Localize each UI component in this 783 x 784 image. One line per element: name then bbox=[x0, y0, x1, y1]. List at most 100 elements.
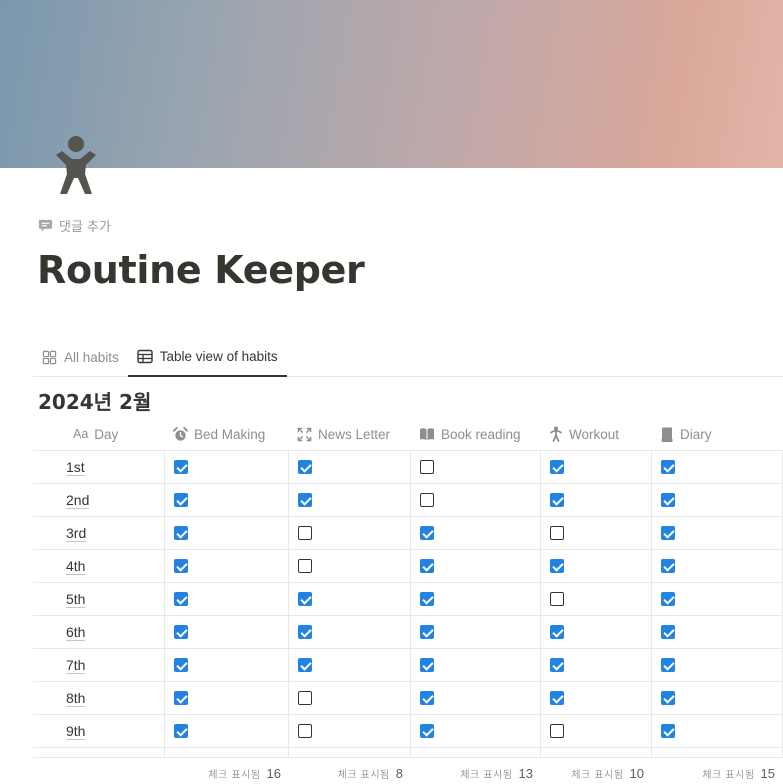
diary-checkbox[interactable] bbox=[661, 658, 675, 672]
book-reading-checkbox[interactable] bbox=[420, 460, 434, 474]
news-letter-checkbox[interactable] bbox=[298, 526, 312, 540]
day-cell[interactable]: 7th bbox=[33, 649, 165, 681]
table-row[interactable]: 8th bbox=[33, 682, 783, 715]
diary-checkbox[interactable] bbox=[661, 559, 675, 573]
workout-checkbox[interactable] bbox=[550, 592, 564, 606]
bed-making-checkbox[interactable] bbox=[174, 559, 188, 573]
day-label[interactable]: 6th bbox=[66, 624, 86, 641]
column-header-diary[interactable]: Diary bbox=[652, 418, 783, 450]
diary-checkbox[interactable] bbox=[661, 592, 675, 606]
workout-checkbox[interactable] bbox=[550, 724, 564, 738]
table-row[interactable]: 7th bbox=[33, 649, 783, 682]
book-reading-checkbox[interactable] bbox=[420, 493, 434, 507]
column-header-workout[interactable]: Workout bbox=[541, 418, 652, 450]
diary-cell bbox=[652, 616, 783, 648]
column-header-day[interactable]: Aa Day bbox=[33, 418, 165, 450]
news-letter-checkbox[interactable] bbox=[298, 559, 312, 573]
footer-value: 15 bbox=[760, 765, 775, 781]
page-cover[interactable] bbox=[0, 0, 783, 168]
footer-label: 체크 표시됨 bbox=[702, 769, 755, 781]
day-label[interactable]: 1st bbox=[66, 459, 85, 476]
day-label[interactable]: 3rd bbox=[66, 525, 87, 542]
workout-checkbox[interactable] bbox=[550, 691, 564, 705]
day-cell[interactable]: 4th bbox=[33, 550, 165, 582]
day-cell[interactable]: 6th bbox=[33, 616, 165, 648]
habits-table: Aa Day Bed Making News Letter Book readi… bbox=[33, 418, 783, 784]
column-header-book-reading[interactable]: Book reading bbox=[411, 418, 541, 450]
news-letter-checkbox[interactable] bbox=[298, 625, 312, 639]
bed-making-checkbox[interactable] bbox=[174, 658, 188, 672]
news-letter-cell bbox=[289, 517, 411, 549]
column-label: Workout bbox=[569, 426, 620, 442]
news-letter-checkbox[interactable] bbox=[298, 493, 312, 507]
diary-checkbox[interactable] bbox=[661, 691, 675, 705]
page-title[interactable]: Routine Keeper bbox=[37, 248, 365, 292]
tab-table-view[interactable]: Table view of habits bbox=[127, 338, 287, 377]
workout-checkbox[interactable] bbox=[550, 460, 564, 474]
workout-checkbox[interactable] bbox=[550, 493, 564, 507]
book-reading-checkbox[interactable] bbox=[420, 691, 434, 705]
footer-calculation[interactable]: 체크 표시됨 10 bbox=[541, 766, 652, 781]
news-letter-checkbox[interactable] bbox=[298, 658, 312, 672]
diary-checkbox[interactable] bbox=[661, 493, 675, 507]
day-label[interactable]: 4th bbox=[66, 558, 86, 575]
table-row[interactable]: 6th bbox=[33, 616, 783, 649]
workout-checkbox[interactable] bbox=[550, 658, 564, 672]
book-reading-checkbox[interactable] bbox=[420, 625, 434, 639]
day-label[interactable]: 5th bbox=[66, 591, 86, 608]
book-reading-checkbox[interactable] bbox=[420, 658, 434, 672]
day-label[interactable]: 9th bbox=[66, 723, 86, 740]
day-cell[interactable]: 1st bbox=[33, 451, 165, 483]
bed-making-checkbox[interactable] bbox=[174, 592, 188, 606]
book-reading-checkbox[interactable] bbox=[420, 559, 434, 573]
day-label[interactable]: 8th bbox=[66, 690, 86, 707]
news-letter-checkbox[interactable] bbox=[298, 460, 312, 474]
tab-all-habits[interactable]: All habits bbox=[33, 338, 128, 376]
table-row[interactable]: 3rd bbox=[33, 517, 783, 550]
workout-checkbox[interactable] bbox=[550, 559, 564, 573]
add-comment-button[interactable]: 댓글 추가 bbox=[38, 214, 111, 236]
footer-calculation[interactable]: 체크 표시됨 8 bbox=[289, 766, 411, 781]
day-cell[interactable]: 8th bbox=[33, 682, 165, 714]
bed-making-checkbox[interactable] bbox=[174, 625, 188, 639]
bed-making-checkbox[interactable] bbox=[174, 460, 188, 474]
news-letter-checkbox[interactable] bbox=[298, 592, 312, 606]
day-label[interactable]: 7th bbox=[66, 657, 86, 674]
book-reading-checkbox[interactable] bbox=[420, 526, 434, 540]
bed-making-checkbox[interactable] bbox=[174, 724, 188, 738]
table-row[interactable]: 5th bbox=[33, 583, 783, 616]
footer-calculation[interactable]: 체크 표시됨 16 bbox=[165, 766, 289, 781]
table-row[interactable]: 4th bbox=[33, 550, 783, 583]
workout-checkbox[interactable] bbox=[550, 625, 564, 639]
footer-calculation[interactable]: 체크 표시됨 15 bbox=[652, 766, 783, 781]
diary-checkbox[interactable] bbox=[661, 526, 675, 540]
footer-calculation[interactable]: 체크 표시됨 13 bbox=[411, 766, 541, 781]
column-header-news-letter[interactable]: News Letter bbox=[289, 418, 411, 450]
diary-checkbox[interactable] bbox=[661, 460, 675, 474]
table-row[interactable]: 2nd bbox=[33, 484, 783, 517]
day-cell[interactable]: 5th bbox=[33, 583, 165, 615]
diary-checkbox[interactable] bbox=[661, 724, 675, 738]
diary-checkbox[interactable] bbox=[661, 625, 675, 639]
column-header-bed-making[interactable]: Bed Making bbox=[165, 418, 289, 450]
day-cell[interactable]: 2nd bbox=[33, 484, 165, 516]
bed-making-checkbox[interactable] bbox=[174, 691, 188, 705]
day-cell[interactable]: 9th bbox=[33, 715, 165, 747]
workout-cell bbox=[541, 682, 652, 714]
bed-making-cell bbox=[165, 715, 289, 747]
bed-making-checkbox[interactable] bbox=[174, 526, 188, 540]
book-reading-checkbox[interactable] bbox=[420, 724, 434, 738]
day-label[interactable]: 2nd bbox=[66, 492, 90, 509]
table-row[interactable]: 9th bbox=[33, 715, 783, 748]
table-row[interactable]: 1st bbox=[33, 451, 783, 484]
group-title[interactable]: 2024년 2월 bbox=[38, 386, 151, 415]
diary-cell bbox=[652, 715, 783, 747]
person-icon[interactable] bbox=[50, 130, 102, 198]
bed-making-checkbox[interactable] bbox=[174, 493, 188, 507]
news-letter-checkbox[interactable] bbox=[298, 691, 312, 705]
day-cell[interactable]: 3rd bbox=[33, 517, 165, 549]
book-reading-checkbox[interactable] bbox=[420, 592, 434, 606]
book-reading-cell bbox=[411, 682, 541, 714]
news-letter-checkbox[interactable] bbox=[298, 724, 312, 738]
workout-checkbox[interactable] bbox=[550, 526, 564, 540]
